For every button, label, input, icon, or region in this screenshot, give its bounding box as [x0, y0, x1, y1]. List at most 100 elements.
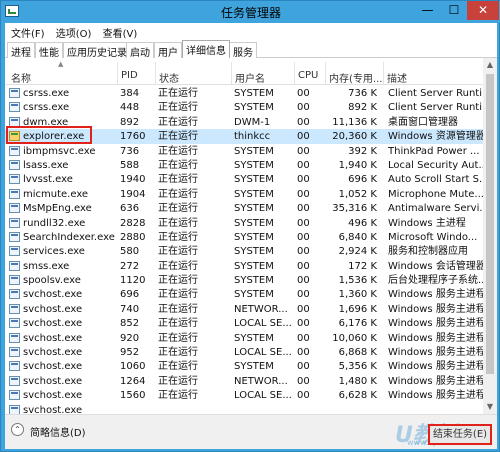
column-divider[interactable]	[155, 62, 156, 84]
end-task-button[interactable]: 结束任务(E)	[428, 424, 492, 445]
cell-name: svchost.exe	[23, 289, 83, 301]
menu-view[interactable]: 查看(V)	[100, 23, 143, 40]
column-username[interactable]: 用户名	[235, 70, 265, 85]
cell-status: 正在运行	[158, 347, 198, 359]
table-row[interactable]: svchost.exe 852 正在运行 LOCAL SE... 00 6,176 K Wi…	[5, 316, 483, 330]
tab-performance[interactable]: 性能	[35, 42, 63, 59]
cell-mem: 1,940 K	[338, 159, 377, 171]
column-status[interactable]: 状态	[159, 70, 179, 85]
cell-desc: Antimalware Servi...	[388, 203, 483, 215]
table-row[interactable]: lsass.exe 588 正在运行 SYSTEM 00 1,940 K Local Sec…	[5, 158, 483, 172]
scroll-up-icon[interactable]: ▲	[483, 58, 497, 72]
tab-processes[interactable]: 进程	[7, 42, 35, 59]
menu-options[interactable]: 选项(O)	[53, 23, 97, 40]
table-row[interactable]: svchost.exe 1060 正在运行 SYSTEM 00 5,356 K Window…	[5, 359, 483, 373]
table-row[interactable]: svchost.exe 1264 正在运行 NETWOR... 00 1,480 K Win…	[5, 374, 483, 388]
table-row[interactable]: spoolsv.exe 1120 正在运行 SYSTEM 00 1,536 K 后台处理程序…	[5, 273, 483, 287]
table-row[interactable]: explorer.exe 1760 正在运行 thinkcc 00 20,360 K Win…	[5, 129, 483, 144]
process-icon	[9, 174, 20, 185]
table-row[interactable]: services.exe 580 正在运行 SYSTEM 00 2,924 K 服务和控制器…	[5, 244, 483, 258]
cell-desc: 桌面窗口管理器	[388, 116, 458, 128]
cell-mem: 1,536 K	[338, 275, 377, 287]
cell-name: csrss.exe	[23, 102, 70, 114]
cell-name: svchost.exe	[23, 332, 83, 344]
table-row[interactable]: svchost.exe 952 正在运行 LOCAL SE... 00 6,868 K Wi…	[5, 345, 483, 359]
table-row[interactable]: svchost.exe 696 正在运行 SYSTEM 00 1,360 K Windows…	[5, 287, 483, 301]
table-row[interactable]: MsMpEng.exe 636 正在运行 SYSTEM 00 35,316 K Antima…	[5, 201, 483, 215]
cell-pid: 1264	[120, 375, 146, 387]
tab-details[interactable]: 详细信息	[182, 40, 230, 58]
column-divider[interactable]	[294, 62, 295, 84]
menu-file[interactable]: 文件(F)	[8, 23, 50, 40]
minimize-button[interactable]: —	[414, 1, 441, 20]
cell-name: svchost.exe	[23, 347, 83, 359]
column-memory[interactable]: 内存(专用...	[329, 70, 382, 85]
vertical-scrollbar[interactable]: ▲ ▼	[483, 58, 497, 414]
table-row[interactable]: csrss.exe 384 正在运行 SYSTEM 00 736 K Client Serv…	[5, 86, 483, 100]
cell-mem: 20,360 K	[332, 131, 377, 143]
table-row[interactable]: ibmpmsvc.exe 736 正在运行 SYSTEM 00 392 K ThinkPad…	[5, 144, 483, 158]
cell-desc: Windows 资源管理器	[388, 131, 483, 143]
table-row[interactable]: svchost.exe 740 正在运行 NETWOR... 00 1,696 K Wind…	[5, 302, 483, 316]
sort-ascending-icon: ▲	[58, 60, 64, 68]
cell-desc: Client Server Runti...	[388, 88, 483, 99]
table-row[interactable]: dwm.exe 892 正在运行 DWM-1 00 11,136 K 桌面窗口管理器	[5, 115, 483, 129]
table-row[interactable]: rundll32.exe 2828 正在运行 SYSTEM 00 496 K Windows…	[5, 216, 483, 230]
process-icon	[9, 260, 20, 271]
scroll-down-icon[interactable]: ▼	[483, 400, 497, 414]
table-row[interactable]: svchost.exe	[5, 403, 483, 414]
process-icon	[9, 275, 20, 286]
close-button[interactable]: ✕	[467, 1, 499, 20]
cell-user: SYSTEM	[234, 102, 274, 114]
cell-user: SYSTEM	[234, 217, 274, 229]
table-row[interactable]: smss.exe 272 正在运行 SYSTEM 00 172 K Windows 会话管理…	[5, 259, 483, 273]
cell-status: 正在运行	[158, 116, 198, 128]
table-row[interactable]: svchost.exe 920 正在运行 SYSTEM 00 10,060 K Window…	[5, 331, 483, 345]
process-icon	[9, 318, 20, 329]
cell-mem: 392 K	[348, 145, 377, 157]
cell-pid: 636	[120, 203, 140, 215]
process-icon	[9, 203, 20, 214]
column-cpu[interactable]: CPU	[298, 70, 318, 81]
process-icon	[9, 404, 20, 414]
cell-user: LOCAL SE...	[234, 318, 292, 330]
cell-name: rundll32.exe	[23, 217, 86, 229]
cell-cpu: 00	[297, 275, 310, 287]
table-row[interactable]: svchost.exe 1560 正在运行 LOCAL SE... 00 6,628 K W…	[5, 388, 483, 402]
process-icon	[9, 116, 20, 127]
cell-desc: Windows 服务主进程	[388, 390, 483, 402]
tab-services[interactable]: 服务	[229, 42, 257, 59]
table-row[interactable]: micmute.exe 1904 正在运行 SYSTEM 00 1,052 K Microp…	[5, 187, 483, 201]
table-row[interactable]: SearchIndexer.exe 2880 正在运行 SYSTEM 00 6,840 K…	[5, 230, 483, 244]
chevron-up-icon[interactable]: ⌃	[11, 423, 24, 436]
cell-pid: 580	[120, 246, 140, 258]
column-divider[interactable]	[117, 62, 118, 84]
cell-desc: Client Server Runti...	[388, 102, 483, 114]
cell-cpu: 00	[297, 102, 310, 114]
column-divider[interactable]	[383, 62, 384, 84]
less-details-link[interactable]: 简略信息(D)	[30, 424, 86, 439]
column-name[interactable]: 名称	[11, 70, 31, 85]
title-bar[interactable]: 任务管理器 — ☐ ✕	[1, 1, 500, 23]
cell-pid: 1060	[120, 361, 146, 373]
tab-users[interactable]: 用户	[154, 42, 182, 59]
cell-cpu: 00	[297, 203, 310, 215]
cell-status: 正在运行	[158, 145, 198, 157]
table-row[interactable]: csrss.exe 448 正在运行 SYSTEM 00 892 K Client Serv…	[5, 100, 483, 114]
process-icon	[9, 303, 20, 314]
column-divider[interactable]	[231, 62, 232, 84]
process-icon	[9, 102, 20, 113]
tab-app-history[interactable]: 应用历史记录	[63, 42, 131, 59]
tab-startup[interactable]: 启动	[126, 42, 154, 59]
cell-name: svchost.exe	[23, 404, 83, 414]
column-divider[interactable]	[325, 62, 326, 84]
cell-mem: 2,924 K	[338, 246, 377, 258]
column-pid[interactable]: PID	[121, 70, 138, 81]
column-header-row: ▲ 名称 PID 状态 用户名 CPU 内存(专用... 描述	[5, 58, 483, 85]
maximize-button[interactable]: ☐	[441, 1, 467, 20]
table-row[interactable]: lvvsst.exe 1940 正在运行 SYSTEM 00 696 K Auto Scro…	[5, 172, 483, 186]
column-description[interactable]: 描述	[387, 70, 407, 85]
cell-status: 正在运行	[158, 390, 198, 402]
cell-user: thinkcc	[234, 131, 271, 143]
scrollbar-thumb[interactable]	[486, 74, 494, 374]
